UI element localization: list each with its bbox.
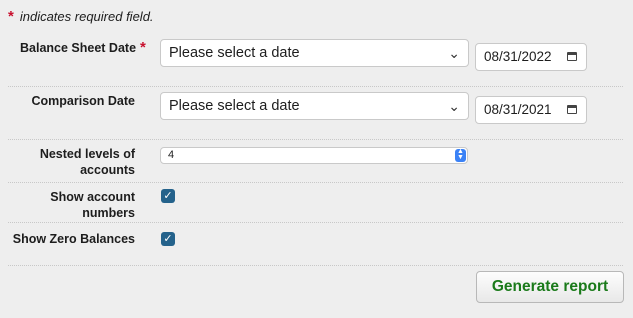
up-down-stepper-icon: ▲ ▼ xyxy=(455,148,466,162)
required-field-note: * indicates required field. xyxy=(8,8,154,25)
chevron-down-icon: ⌄ xyxy=(448,45,460,61)
nested-levels-value: 4 xyxy=(168,149,175,161)
calendar-icon[interactable] xyxy=(567,52,577,61)
balance-sheet-date-value: 08/31/2022 xyxy=(484,49,552,64)
comparison-date-input[interactable]: 08/31/2021 xyxy=(475,96,587,124)
balance-sheet-date-label: Balance Sheet Date * xyxy=(20,40,160,56)
chevron-down-icon: ⌄ xyxy=(448,98,460,114)
comparison-date-label: Comparison Date xyxy=(31,94,136,108)
show-zero-balances-label: Show Zero Balances xyxy=(12,232,135,246)
row-divider xyxy=(8,139,623,140)
show-account-numbers-checkbox[interactable]: ✓ xyxy=(161,189,175,203)
row-divider xyxy=(8,265,623,266)
show-account-numbers-label-line1: Show account xyxy=(50,190,135,204)
balance-sheet-date-label-text: Balance Sheet Date xyxy=(20,41,137,55)
required-asterisk: * xyxy=(8,8,14,25)
comparison-date-select-value: Please select a date xyxy=(169,98,300,114)
nested-levels-select[interactable]: 4 ▲ ▼ xyxy=(160,147,468,164)
calendar-icon[interactable] xyxy=(567,105,577,114)
show-zero-balances-checkbox[interactable]: ✓ xyxy=(161,232,175,246)
balance-sheet-date-input[interactable]: 08/31/2022 xyxy=(475,43,587,71)
checkmark-icon: ✓ xyxy=(163,190,173,202)
required-note-text: indicates required field. xyxy=(19,9,154,24)
comparison-date-select[interactable]: Please select a date ⌄ xyxy=(160,92,469,120)
checkmark-icon: ✓ xyxy=(163,233,173,245)
row-divider xyxy=(8,86,623,87)
row-divider xyxy=(8,222,623,223)
nested-levels-label-line2: accounts xyxy=(80,163,135,177)
comparison-date-value: 08/31/2021 xyxy=(484,102,552,117)
show-account-numbers-label-line2: numbers xyxy=(82,206,135,220)
nested-levels-label-line1: Nested levels of xyxy=(39,147,135,161)
balance-sheet-date-select[interactable]: Please select a date ⌄ xyxy=(160,39,469,67)
generate-report-button[interactable]: Generate report xyxy=(476,271,624,303)
show-account-numbers-label: Show account numbers xyxy=(20,189,135,221)
nested-levels-label: Nested levels of accounts xyxy=(20,146,135,178)
balance-sheet-date-select-value: Please select a date xyxy=(169,45,300,61)
required-asterisk: * xyxy=(140,39,146,56)
row-divider xyxy=(8,182,623,183)
